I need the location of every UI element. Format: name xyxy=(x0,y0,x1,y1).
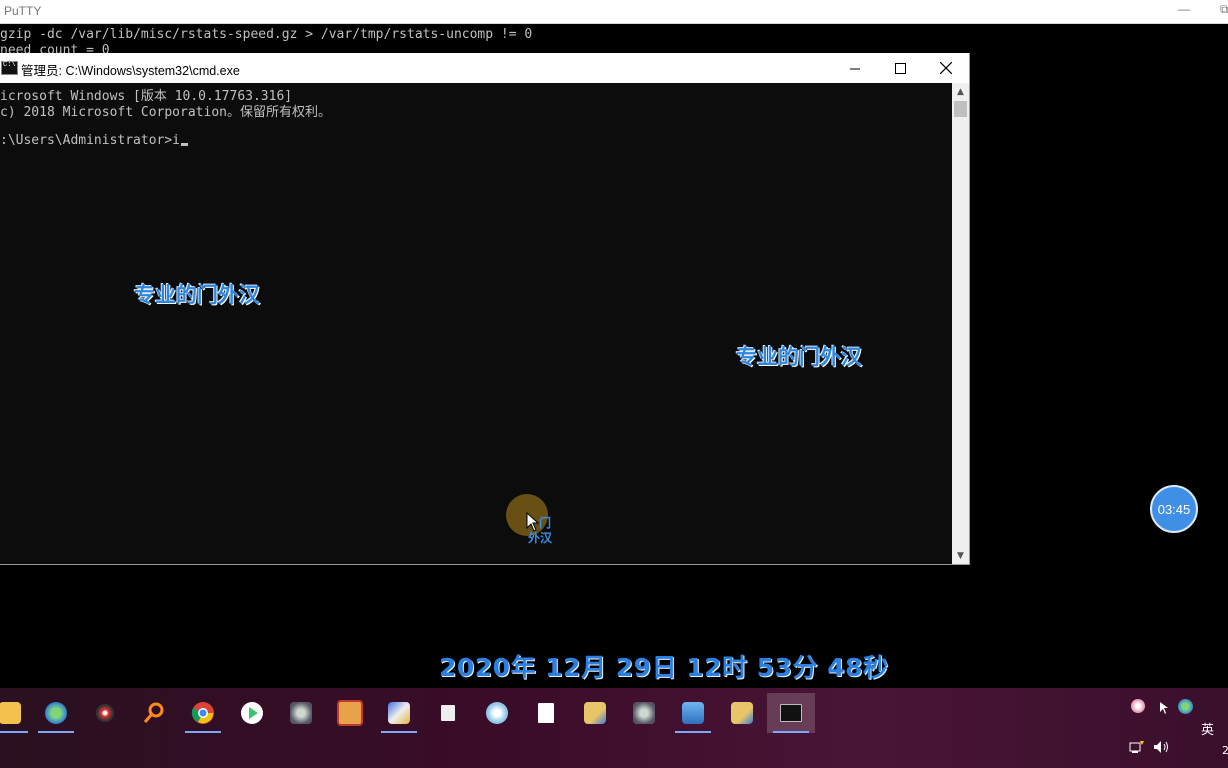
tray-clock[interactable]: 2 xyxy=(1222,744,1228,757)
search-magnifier-icon[interactable] xyxy=(130,693,178,733)
tray-network-globe-icon[interactable] xyxy=(1178,699,1193,714)
putty-minimize-button[interactable]: — xyxy=(1178,2,1190,16)
recording-timer[interactable]: 03:45 xyxy=(1150,485,1198,533)
tray-pointer-icon xyxy=(1160,702,1168,714)
cmd-titlebar[interactable]: 管理员: C:\Windows\system32\cmd.exe xyxy=(0,53,969,83)
volume-icon[interactable] xyxy=(1153,740,1171,754)
putty-titlebar[interactable]: PuTTY — ⧉ xyxy=(0,0,1228,24)
folder-doc-icon[interactable] xyxy=(424,693,472,733)
flower-app-icon[interactable] xyxy=(473,693,521,733)
close-icon xyxy=(940,62,952,74)
taskbar: 英 2 xyxy=(0,688,1228,768)
cmd-window: 管理员: C:\Windows\system32\cmd.exe icrosof… xyxy=(0,53,970,565)
cmd-app-icon xyxy=(1,61,18,75)
cursor-watermark-line1: 门 xyxy=(539,516,552,530)
ie-network-icon[interactable] xyxy=(32,693,80,733)
network-tool-icon[interactable] xyxy=(375,693,423,733)
scroll-thumb[interactable] xyxy=(954,101,967,117)
settings-gear-icon-2[interactable] xyxy=(620,693,668,733)
cmd-line: c) 2018 Microsoft Corporation。保留所有权利。 xyxy=(0,105,331,120)
cmd-maximize-button[interactable] xyxy=(877,53,923,83)
computer-app-icon[interactable] xyxy=(669,693,717,733)
maximize-icon xyxy=(894,62,906,74)
ime-indicator[interactable]: 英 xyxy=(1201,719,1214,738)
play-icon[interactable] xyxy=(228,693,276,733)
scroll-down-arrow-icon[interactable]: ▼ xyxy=(952,547,969,564)
search-folder-icon[interactable] xyxy=(571,693,619,733)
app-orange-icon[interactable] xyxy=(326,693,374,733)
media-icon[interactable] xyxy=(81,693,129,733)
watermark-right: 专业的门外汉 xyxy=(736,345,862,369)
cmd-console[interactable]: icrosoft Windows [版本 10.0.17763.316] c) … xyxy=(0,83,952,564)
document-icon[interactable] xyxy=(522,693,570,733)
putty-title: PuTTY xyxy=(4,4,42,18)
cmd-minimize-button[interactable] xyxy=(832,53,878,83)
text-cursor xyxy=(181,143,189,146)
settings-gear-icon[interactable] xyxy=(277,693,325,733)
putty-restore-button[interactable]: ⧉ xyxy=(1220,2,1228,17)
network-status-icon[interactable] xyxy=(1129,740,1145,754)
cmd-prompt: :\Users\Administrator>i xyxy=(0,133,181,148)
search-folder-icon-2[interactable] xyxy=(718,693,766,733)
putty-line: gzip -dc /var/lib/misc/rstats-speed.gz >… xyxy=(0,27,533,42)
tray-flower-icon[interactable] xyxy=(1131,699,1145,713)
chrome-icon[interactable] xyxy=(179,693,227,733)
cmd-taskbar-icon[interactable] xyxy=(767,693,815,733)
date-watermark: 2020年 12月 29日 12时 53分 48秒 xyxy=(439,653,889,682)
cmd-close-button[interactable] xyxy=(923,53,969,83)
cmd-title: 管理员: C:\Windows\system32\cmd.exe xyxy=(21,64,240,78)
minimize-icon xyxy=(849,68,860,69)
cursor-watermark: 门 外汉 xyxy=(528,516,552,546)
scroll-up-arrow-icon[interactable]: ▲ xyxy=(952,83,969,100)
cmd-scrollbar[interactable]: ▲ ▼ xyxy=(952,83,969,564)
cursor-watermark-line2: 外汉 xyxy=(528,531,553,545)
watermark-left: 专业的门外汉 xyxy=(134,283,260,307)
file-explorer-icon[interactable] xyxy=(0,693,34,733)
cmd-prompt-line: :\Users\Administrator>i xyxy=(0,133,189,148)
